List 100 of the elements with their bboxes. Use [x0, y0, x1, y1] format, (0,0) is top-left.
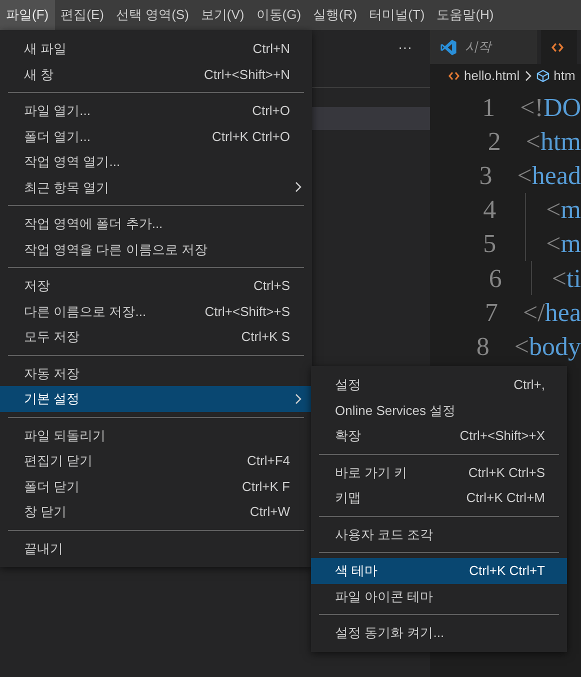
cube-icon — [536, 69, 550, 83]
shortcut-label: Ctrl+K Ctrl+M — [466, 489, 545, 507]
menu-item-label: 키맵 — [335, 489, 362, 507]
chevron-right-icon — [524, 70, 532, 82]
menu-item[interactable]: 폴더 열기... Ctrl+K Ctrl+O — [0, 124, 312, 149]
menu-item[interactable]: 키맵 Ctrl+K Ctrl+M — [311, 485, 567, 510]
menu-item-label: 모두 저장 — [24, 328, 81, 346]
more-actions-button[interactable]: ··· — [398, 36, 412, 58]
menu-item[interactable]: 창 닫기 Ctrl+W — [0, 499, 312, 524]
menu-item-label: 바로 가기 키 — [335, 464, 408, 482]
menu-item-label: 색 테마 — [335, 562, 379, 580]
code-line: <body — [514, 330, 581, 363]
menu-item-label: 새 파일 — [24, 40, 68, 58]
line-number: 2 — [486, 126, 501, 158]
breadcrumb-item[interactable]: hello.html — [464, 66, 520, 86]
code-line: <head — [517, 160, 581, 192]
menu-item-label: 폴더 닫기 — [24, 478, 81, 496]
menu-item[interactable]: 작업 영역을 다른 이름으로 저장 — [0, 236, 312, 262]
menu-item[interactable]: 설정 동기화 켜기... — [311, 620, 567, 646]
code-line: </hea — [523, 296, 581, 329]
shortcut-label: Ctrl+S — [254, 277, 290, 295]
menu-bar-item[interactable]: 파일(F) — [0, 0, 55, 30]
menu-item[interactable]: 기본 설정 — [0, 386, 312, 412]
menu-item-label: 새 창 — [24, 66, 55, 84]
menu-item-label: 설정 — [335, 376, 362, 394]
menu-item-label: 저장 — [24, 277, 51, 295]
line-number: 7 — [484, 296, 498, 329]
code-line: <ti — [552, 262, 581, 295]
menu-item-label: 기본 설정 — [24, 390, 81, 408]
shortcut-label: Ctrl+<Shift>+S — [204, 302, 290, 320]
menu-item[interactable]: 편집기 닫기 Ctrl+F4 — [0, 448, 312, 474]
chevron-right-icon — [294, 392, 302, 405]
chevron-right-icon — [294, 181, 302, 194]
menu-item[interactable]: 바로 가기 키 Ctrl+K Ctrl+S — [311, 460, 567, 485]
menu-item[interactable]: 새 창 Ctrl+<Shift>+N — [0, 62, 312, 87]
code-line: <htm — [526, 126, 581, 158]
menu-bar-item[interactable]: 보기(V) — [194, 0, 250, 30]
menu-item-label: 확장 — [335, 427, 362, 445]
breadcrumb-item[interactable]: htm — [554, 66, 576, 86]
shortcut-label: Ctrl+O — [252, 102, 290, 120]
menu-bar-item[interactable]: 이동(G) — [250, 0, 308, 30]
editor-tab[interactable] — [540, 30, 577, 64]
menu-item-label: 편집기 닫기 — [24, 452, 94, 470]
line-number: 3 — [478, 160, 492, 192]
menu-item-label: 다른 이름으로 저장... — [24, 302, 148, 320]
menu-item[interactable]: 작업 영역 열기... — [0, 149, 312, 174]
menu-item-label: 사용자 코드 조각 — [335, 526, 434, 544]
menu-item[interactable]: 새 파일 Ctrl+N — [0, 36, 312, 62]
menu-item[interactable]: 폴더 닫기 Ctrl+K F — [0, 474, 312, 499]
shortcut-label: Ctrl+F4 — [247, 452, 290, 470]
menu-item-label: 파일 열기... — [24, 102, 92, 120]
menu-bar-item[interactable]: 편집(E) — [54, 0, 110, 30]
shortcut-label: Ctrl+K Ctrl+T — [469, 562, 545, 580]
menu-item[interactable]: 끝내기 — [0, 536, 312, 561]
menu-item[interactable]: 저장 Ctrl+S — [0, 273, 312, 298]
menu-item-label: 설정 동기화 켜기... — [335, 624, 446, 642]
menu-item[interactable]: 파일 열기... Ctrl+O — [0, 98, 312, 124]
menu-item[interactable]: 사용자 코드 조각 — [311, 522, 567, 547]
menu-bar-item[interactable]: 터미널(T) — [363, 0, 431, 30]
menu-item-label: 최근 항목 열기 — [24, 178, 110, 196]
line-number: 6 — [488, 262, 502, 295]
shortcut-label: Ctrl+W — [250, 503, 290, 521]
menu-bar-item[interactable]: 실행(R) — [307, 0, 364, 30]
code-line: <m — [546, 194, 581, 226]
line-number: 8 — [475, 330, 490, 363]
menu-item[interactable]: 파일 아이콘 테마 — [311, 584, 567, 609]
menu-bar-item[interactable]: 도움말(H) — [430, 0, 500, 30]
menu-item[interactable]: 작업 영역에 폴더 추가... — [0, 211, 312, 236]
menu-item[interactable]: 확장 Ctrl+<Shift>+X — [311, 423, 567, 448]
shortcut-label: Ctrl+N — [252, 40, 290, 58]
menu-item-label: 창 닫기 — [24, 503, 68, 521]
menu-bar-item[interactable]: 선택 영역(S) — [110, 0, 195, 30]
menu-item-label: Online Services 설정 — [335, 402, 457, 420]
indent-guide — [530, 260, 532, 296]
shortcut-label: Ctrl+K F — [242, 478, 290, 496]
menu-item-label: 작업 영역 열기... — [24, 153, 122, 171]
line-number: 1 — [481, 92, 496, 124]
line-number: 4 — [482, 194, 496, 226]
menu-item[interactable]: 파일 되돌리기 — [0, 422, 312, 448]
menu-item[interactable]: 색 테마 Ctrl+K Ctrl+T — [311, 558, 567, 584]
menu-item-label: 작업 영역을 다른 이름으로 저장 — [24, 240, 208, 258]
code-line: <m — [546, 228, 581, 260]
menu-item[interactable]: 설정 Ctrl+, — [311, 372, 567, 398]
menu-item[interactable]: Online Services 설정 — [311, 398, 567, 423]
code-brackets-icon — [550, 40, 564, 54]
line-number: 5 — [482, 228, 496, 260]
code-editor-logo-icon — [440, 38, 457, 56]
menu-item[interactable]: 최근 항목 열기 — [0, 174, 312, 200]
menu-item-label: 파일 아이콘 테마 — [335, 588, 434, 606]
menu-item-label: 파일 되돌리기 — [24, 426, 107, 444]
menu-item-label: 작업 영역에 폴더 추가... — [24, 215, 164, 233]
menu-item-label: 폴더 열기... — [24, 128, 92, 146]
shortcut-label: Ctrl+K Ctrl+O — [212, 128, 290, 146]
shortcut-label: Ctrl+<Shift>+X — [460, 427, 545, 445]
menu-item[interactable]: 자동 저장 — [0, 360, 312, 386]
editor-tab[interactable]: 시작 — [430, 30, 537, 64]
menu-item[interactable]: 다른 이름으로 저장... Ctrl+<Shift>+S — [0, 298, 312, 324]
menu-item-label: 자동 저장 — [24, 364, 81, 382]
shortcut-label: Ctrl+K Ctrl+S — [468, 464, 545, 482]
menu-item[interactable]: 모두 저장 Ctrl+K S — [0, 324, 312, 350]
